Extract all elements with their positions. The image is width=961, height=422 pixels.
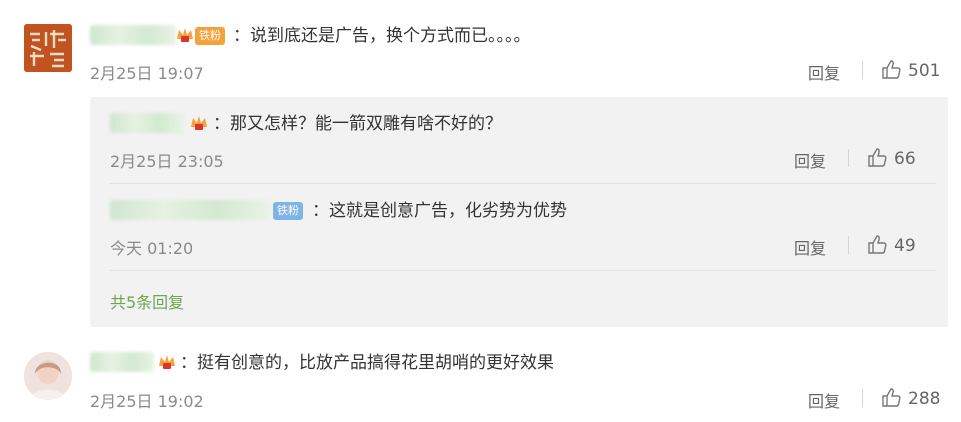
like-count: 501 (908, 61, 941, 81)
comment-time: 2月25日 19:02 (90, 392, 204, 411)
divider (848, 236, 849, 254)
avatar[interactable] (24, 352, 72, 400)
vip-crown-icon (191, 116, 207, 130)
avatar[interactable] (24, 24, 72, 72)
comment-text: ：挺有创意的，比放产品搞得花里胡哨的更好效果 (180, 353, 554, 373)
like-button[interactable]: 66 (866, 146, 916, 169)
reply-time: 今天 01:20 (110, 239, 194, 258)
like-button[interactable]: 501 (880, 58, 940, 81)
reply-text: ：这就是创意广告，化劣势为优势 (312, 201, 567, 221)
thumbs-up-icon (868, 148, 887, 167)
reply-text: ：那又怎样？能一箭双雕有啥不好的？ (213, 114, 502, 134)
row-divider (110, 183, 936, 184)
comment-time: 2月25日 19:07 (90, 64, 204, 83)
username-blurred[interactable] (110, 200, 270, 220)
reply-button[interactable]: 回复 (808, 60, 840, 84)
reply-button[interactable]: 回复 (794, 235, 826, 259)
like-button[interactable]: 288 (880, 386, 940, 409)
fan-badge: 铁粉 (273, 202, 303, 220)
seal-avatar-icon (24, 24, 72, 72)
comment-text: ：说到底还是广告，换个方式而已。。。。 (233, 26, 531, 46)
user-photo-icon (24, 352, 72, 400)
vip-crown-icon (177, 28, 193, 42)
fan-badge: 铁粉 (195, 27, 225, 45)
like-count: 288 (908, 389, 941, 409)
username-blurred[interactable] (90, 352, 154, 372)
reply-button[interactable]: 回复 (808, 388, 840, 412)
like-count: 49 (894, 236, 916, 256)
divider (848, 149, 849, 167)
username-blurred[interactable] (110, 113, 184, 133)
row-divider (110, 270, 936, 271)
divider (862, 61, 863, 79)
thumbs-up-icon (882, 388, 901, 407)
reply-time: 2月25日 23:05 (110, 152, 224, 171)
more-replies-link[interactable]: 共5条回复 (110, 289, 184, 313)
like-button[interactable]: 49 (866, 233, 916, 256)
like-count: 66 (894, 149, 916, 169)
divider (862, 389, 863, 407)
vip-crown-icon (159, 355, 175, 369)
thumbs-up-icon (868, 235, 887, 254)
reply-button[interactable]: 回复 (794, 148, 826, 172)
thumbs-up-icon (882, 60, 901, 79)
username-blurred[interactable] (90, 25, 176, 45)
